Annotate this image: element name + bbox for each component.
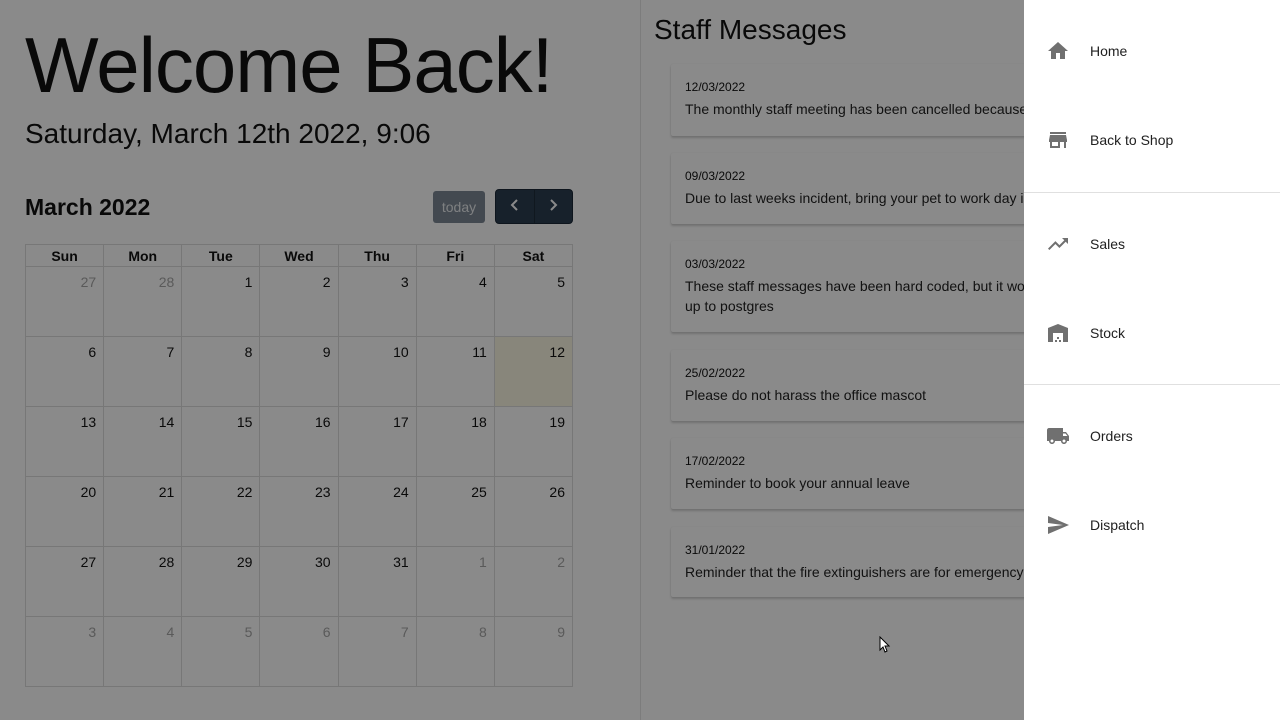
home-icon xyxy=(1044,37,1072,65)
dashboard-page: Welcome Back! Saturday, March 12th 2022,… xyxy=(0,0,1280,720)
drawer-divider xyxy=(1024,192,1280,193)
nav-label: Orders xyxy=(1090,428,1133,444)
trending-up-icon xyxy=(1044,230,1072,258)
nav-item-home[interactable]: Home xyxy=(1024,27,1280,75)
navigation-drawer: Home Back to Shop Sales Stock Orders Dis… xyxy=(1024,0,1280,720)
drawer-divider xyxy=(1024,384,1280,385)
nav-label: Back to Shop xyxy=(1090,132,1174,148)
nav-label: Dispatch xyxy=(1090,517,1145,533)
send-icon xyxy=(1044,511,1072,539)
nav-label: Stock xyxy=(1090,325,1126,341)
nav-label: Sales xyxy=(1090,236,1126,252)
nav-item-dispatch[interactable]: Dispatch xyxy=(1024,501,1280,549)
mouse-cursor-icon xyxy=(879,636,891,653)
warehouse-icon xyxy=(1044,319,1072,347)
truck-icon xyxy=(1044,422,1072,450)
store-icon xyxy=(1044,126,1072,154)
nav-item-back-to-shop[interactable]: Back to Shop xyxy=(1024,116,1280,164)
drawer-scrim[interactable] xyxy=(0,0,1024,720)
nav-item-orders[interactable]: Orders xyxy=(1024,412,1280,460)
nav-item-sales[interactable]: Sales xyxy=(1024,220,1280,268)
nav-label: Home xyxy=(1090,43,1128,59)
nav-item-stock[interactable]: Stock xyxy=(1024,309,1280,357)
